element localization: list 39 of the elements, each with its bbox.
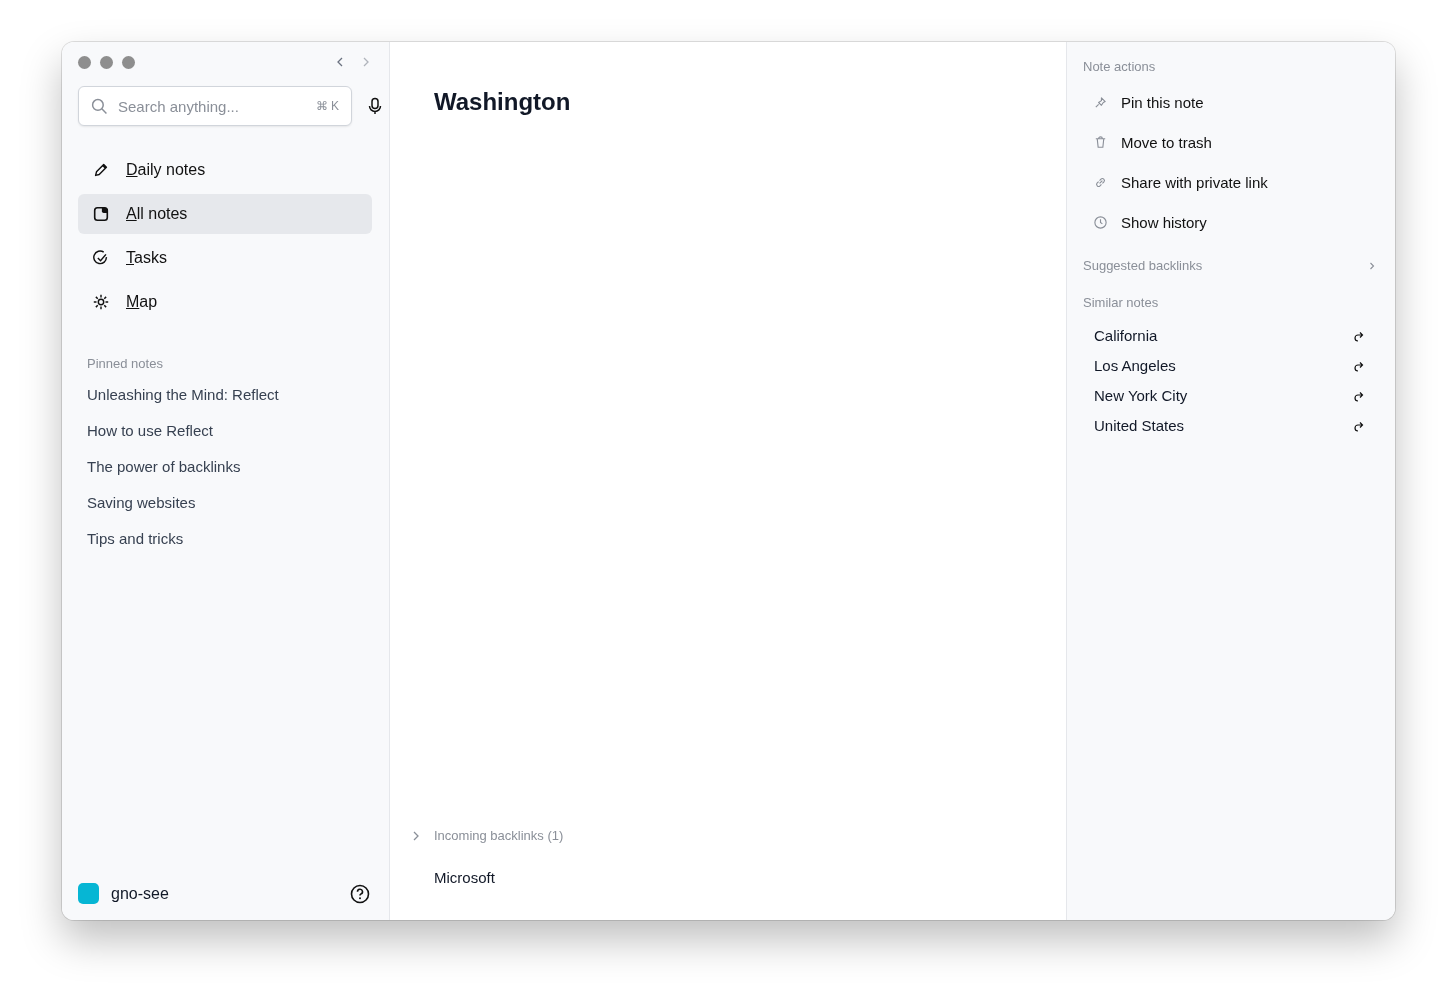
note-icon bbox=[92, 205, 110, 223]
backlink-note[interactable]: Microsoft bbox=[434, 869, 1022, 886]
pinned-note-link[interactable]: Tips and tricks bbox=[78, 521, 372, 557]
search-icon bbox=[91, 97, 108, 115]
similar-note-link[interactable]: New York City bbox=[1094, 386, 1188, 404]
nav-item[interactable]: All notes bbox=[78, 194, 372, 234]
note-title: Washington bbox=[434, 88, 572, 116]
sun-icon bbox=[92, 293, 110, 311]
trash-icon bbox=[1093, 134, 1108, 150]
pinned-note-link[interactable]: The power of backlinks bbox=[78, 449, 372, 485]
workspace-icon bbox=[78, 883, 99, 904]
workspace-name[interactable]: gno-see bbox=[111, 884, 338, 903]
shortcut-hint: ⌘ K bbox=[315, 99, 339, 113]
section-heading: Similar notes bbox=[1083, 295, 1160, 310]
nav-item[interactable]: Map bbox=[78, 282, 372, 322]
microphone-icon[interactable] bbox=[366, 97, 384, 115]
similar-note-link[interactable]: California bbox=[1094, 326, 1158, 344]
pencil-icon bbox=[92, 161, 110, 179]
pinned-note-link[interactable]: How to use Reflect bbox=[78, 413, 372, 449]
pin-icon bbox=[1093, 94, 1108, 110]
similar-note-link[interactable]: United States bbox=[1094, 416, 1185, 434]
window-minimize-control[interactable] bbox=[100, 55, 113, 69]
similar-note-link[interactable]: Los Angeles bbox=[1094, 356, 1176, 374]
action-item[interactable]: Pin this note bbox=[1083, 88, 1378, 116]
section-heading: Note actions bbox=[1083, 59, 1157, 74]
clock-icon bbox=[1093, 214, 1108, 230]
action-item[interactable]: Move to trash bbox=[1083, 128, 1378, 156]
pinned-note-link[interactable]: Unleashing the Mind: Reflect bbox=[78, 377, 372, 413]
action-item[interactable]: Show history bbox=[1083, 208, 1378, 236]
check-circle-icon bbox=[92, 249, 110, 267]
search-input[interactable]: Search anything... bbox=[116, 96, 308, 116]
nav-item[interactable]: Tasks bbox=[78, 238, 372, 278]
window-zoom-control[interactable] bbox=[122, 55, 135, 69]
pinned-note-link[interactable]: Saving websites bbox=[78, 485, 372, 521]
help-icon[interactable] bbox=[350, 883, 370, 904]
nav-item[interactable]: Daily notes bbox=[78, 150, 372, 190]
section-heading: Pinned notes bbox=[87, 356, 164, 371]
window-close-control[interactable] bbox=[78, 55, 91, 69]
action-item[interactable]: Share with private link bbox=[1083, 168, 1378, 196]
